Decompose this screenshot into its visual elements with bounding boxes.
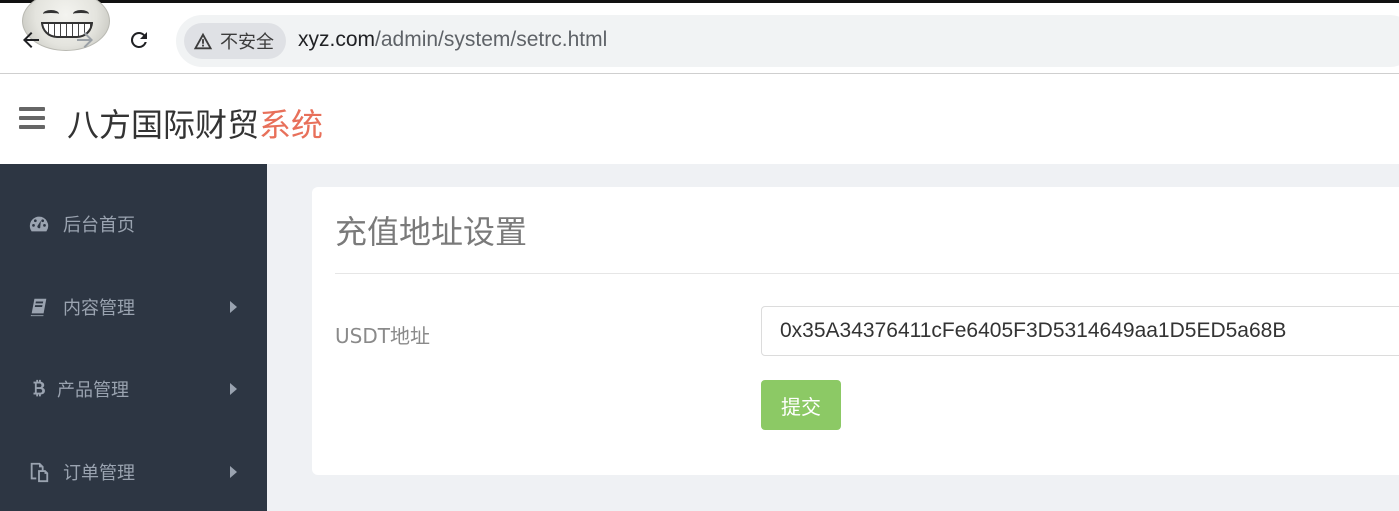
dashboard-icon	[27, 212, 51, 236]
usdt-address-input[interactable]	[761, 306, 1399, 356]
sidebar-item-dashboard[interactable]: 后台首页	[0, 194, 267, 254]
book-icon	[27, 295, 51, 319]
copy-icon	[27, 460, 51, 484]
sidebar-item-label: 订单管理	[63, 463, 135, 484]
sidebar-item-label: 后台首页	[63, 215, 135, 236]
menu-toggle-icon[interactable]	[19, 107, 45, 129]
sidebar-item-label: 产品管理	[57, 380, 129, 401]
sidebar-item-products[interactable]: 产品管理	[0, 359, 267, 419]
brand-accent: 系统	[259, 106, 324, 144]
security-label: 不安全	[220, 32, 274, 53]
brand-main: 八方国际财贸	[67, 106, 260, 144]
divider	[335, 273, 1399, 274]
url-path: /admin/system/setrc.html	[375, 28, 608, 51]
url-text[interactable]: xyz.com/admin/system/setrc.html	[298, 28, 607, 52]
app-header: 八方国际财贸系统	[0, 74, 1399, 164]
url-host: xyz.com	[298, 28, 376, 51]
warning-icon	[193, 32, 213, 50]
forward-arrow-icon[interactable]	[70, 25, 100, 55]
settings-card: 充值地址设置 USDT地址 提交	[312, 187, 1399, 475]
security-chip[interactable]: 不安全	[184, 23, 286, 59]
reload-icon[interactable]	[124, 25, 154, 55]
bitcoin-icon	[27, 377, 51, 401]
caret-right-icon	[230, 301, 237, 313]
caret-right-icon	[230, 383, 237, 395]
address-bar[interactable]: 不安全 xyz.com/admin/system/setrc.html	[176, 15, 1399, 67]
sidebar-item-content[interactable]: 内容管理	[0, 277, 267, 337]
browser-toolbar: 不安全 xyz.com/admin/system/setrc.html	[0, 0, 1399, 74]
usdt-address-label: USDT地址	[335, 324, 430, 348]
submit-button[interactable]: 提交	[761, 380, 841, 430]
page-title: 充值地址设置	[335, 213, 528, 251]
sidebar-item-label: 内容管理	[63, 298, 135, 319]
caret-right-icon	[230, 466, 237, 478]
back-arrow-icon[interactable]	[16, 25, 46, 55]
sidebar-item-orders[interactable]: 订单管理	[0, 442, 267, 502]
main-content: 充值地址设置 USDT地址 提交	[267, 164, 1399, 511]
brand-title: 八方国际财贸系统	[67, 100, 323, 146]
sidebar: 后台首页 内容管理 产品管理 订单管理	[0, 164, 267, 511]
